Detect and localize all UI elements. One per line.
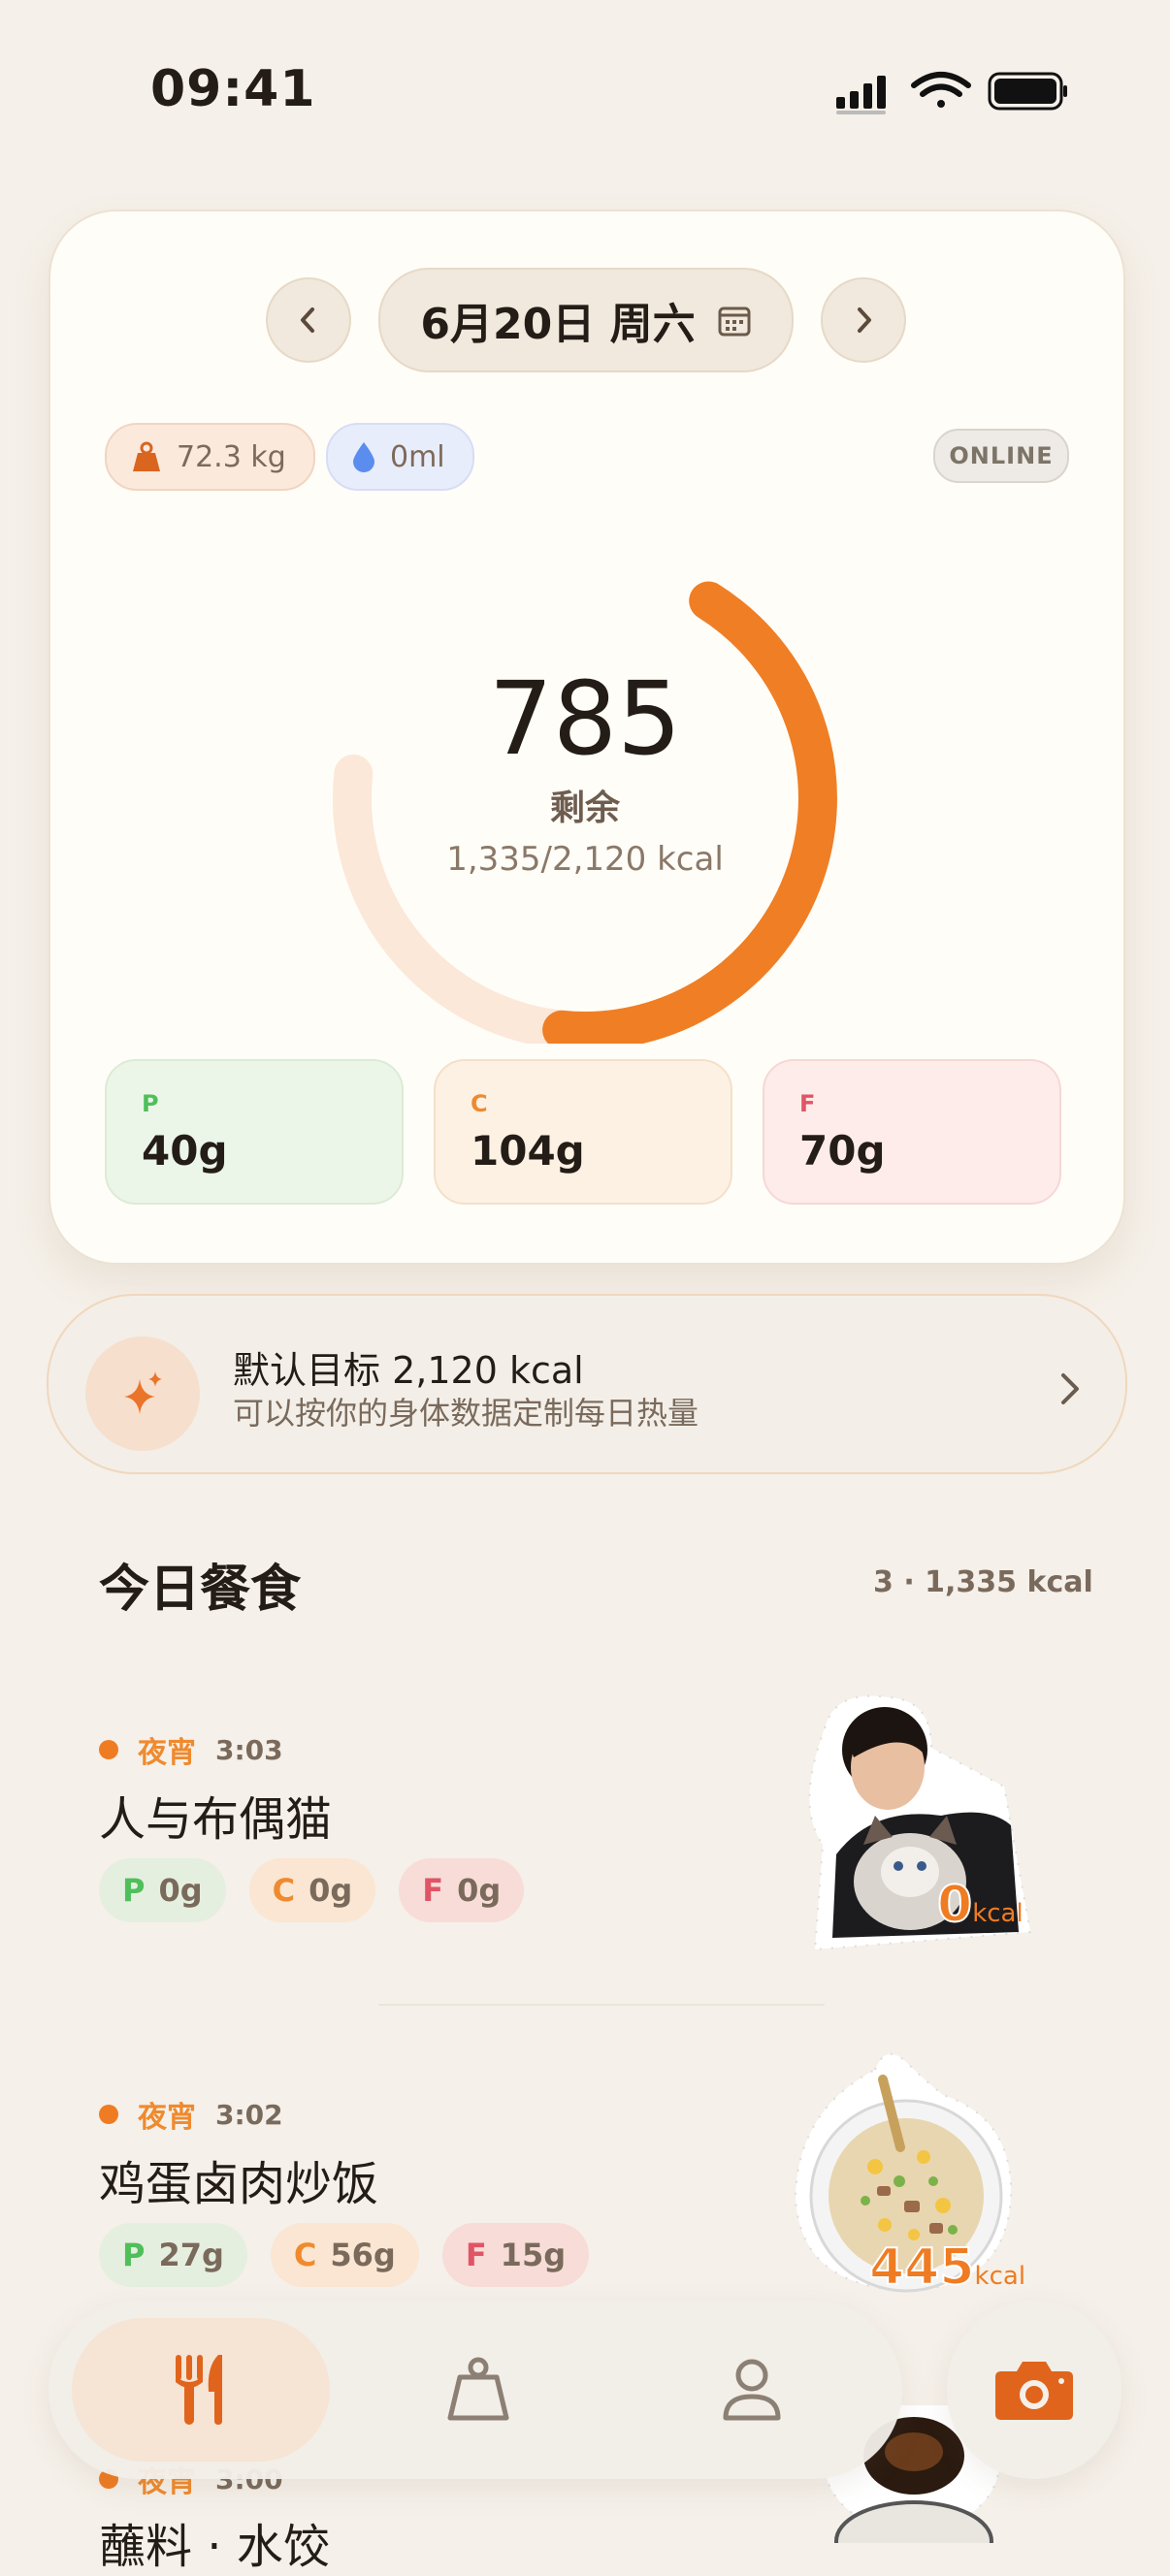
protein-key: P bbox=[142, 1090, 159, 1117]
wifi-icon bbox=[911, 72, 971, 108]
sparkle-icon bbox=[124, 1371, 162, 1414]
scale-icon bbox=[447, 2357, 509, 2421]
goal-subtitle: 可以按你的身体数据定制每日热量 bbox=[233, 1395, 699, 1432]
meal-meta: 夜宵 3:03 bbox=[99, 1728, 283, 1771]
battery-icon bbox=[988, 72, 1067, 111]
nav-meals-tab[interactable] bbox=[72, 2318, 330, 2462]
meal-kcal: 445kcal bbox=[868, 2238, 1026, 2298]
weight-chip[interactable]: 72.3 kg bbox=[105, 423, 315, 491]
status-icons bbox=[836, 72, 1067, 114]
next-day-button[interactable] bbox=[821, 277, 906, 363]
meal-kcal-value: 0 bbox=[936, 1875, 973, 1935]
fat-value: 70g bbox=[799, 1127, 886, 1175]
water-drop-icon bbox=[353, 442, 374, 472]
weight-icon bbox=[133, 441, 160, 471]
protein-tag-key: P bbox=[122, 1872, 146, 1909]
fork-knife-icon bbox=[176, 2355, 222, 2425]
meal-category: 夜宵 bbox=[138, 2101, 196, 2135]
meal-time: 3:03 bbox=[215, 1733, 283, 1766]
carbs-key: C bbox=[471, 1090, 488, 1117]
remaining-calories: 785 bbox=[488, 660, 682, 778]
carbs-tag: C 0g bbox=[248, 1858, 376, 1922]
fat-tag-key: F bbox=[465, 2237, 487, 2273]
fat-tag-key: F bbox=[422, 1872, 444, 1909]
meal-dot bbox=[99, 2105, 118, 2124]
meal-meta: 夜宵 3:02 bbox=[99, 2093, 283, 2136]
goal-icon-circle bbox=[85, 1336, 200, 1451]
meal-kcal-value: 445 bbox=[868, 2238, 976, 2298]
meal-kcal-unit: kcal bbox=[972, 1899, 1024, 1928]
fat-tag: F 0g bbox=[399, 1858, 525, 1922]
water-value: 0ml bbox=[390, 439, 445, 474]
protein-tag-value: 0g bbox=[158, 1872, 203, 1909]
protein-tag-key: P bbox=[122, 2237, 146, 2273]
carbs-tag-value: 56g bbox=[330, 2237, 396, 2273]
person-icon bbox=[723, 2359, 781, 2421]
fat-key: F bbox=[799, 1090, 816, 1117]
divider bbox=[378, 2004, 825, 2006]
goal-title: 默认目标 2,120 kcal bbox=[233, 1349, 584, 1392]
protein-tag: P 27g bbox=[99, 2223, 247, 2287]
weight-value: 72.3 kg bbox=[177, 439, 286, 474]
camera-icon bbox=[995, 2362, 1073, 2420]
calendar-icon bbox=[718, 306, 751, 337]
protein-card[interactable]: P 40g bbox=[105, 1059, 404, 1205]
previous-day-button[interactable] bbox=[266, 277, 351, 363]
nav-profile-tab[interactable] bbox=[662, 2318, 842, 2462]
protein-tag: P 0g bbox=[99, 1858, 226, 1922]
chevron-right-icon bbox=[858, 307, 871, 333]
meal-kcal: 0kcal bbox=[936, 1875, 1024, 1935]
fat-tag: F 15g bbox=[441, 2223, 590, 2287]
fat-card[interactable]: F 70g bbox=[763, 1059, 1061, 1205]
carbs-value: 104g bbox=[471, 1127, 585, 1175]
remaining-label: 剩余 bbox=[549, 789, 620, 828]
chevron-right-icon bbox=[1061, 1373, 1079, 1404]
carbs-card[interactable]: C 104g bbox=[434, 1059, 732, 1205]
protein-tag-value: 27g bbox=[158, 2237, 224, 2273]
meal-category: 夜宵 bbox=[138, 1736, 196, 1770]
meals-section-title: 今日餐食 bbox=[99, 1561, 302, 1619]
protein-value: 40g bbox=[142, 1127, 228, 1175]
meal-dot bbox=[99, 1740, 118, 1759]
online-badge: ONLINE bbox=[933, 429, 1069, 483]
chevron-left-icon bbox=[301, 307, 314, 333]
signal-icon bbox=[836, 76, 886, 114]
meal-name: 蘸料 · 水饺 bbox=[99, 2520, 330, 2574]
goal-banner[interactable] bbox=[47, 1294, 1127, 1474]
water-chip[interactable]: 0ml bbox=[326, 423, 474, 491]
carbs-tag: C 56g bbox=[270, 2223, 419, 2287]
carbs-tag-key: C bbox=[293, 2237, 317, 2273]
meal-name: 鸡蛋卤肉炒饭 bbox=[99, 2157, 379, 2211]
meal-name: 人与布偶猫 bbox=[99, 1792, 333, 1847]
camera-button[interactable] bbox=[947, 2301, 1121, 2479]
calories-consumed-of-goal: 1,335/2,120 kcal bbox=[446, 840, 724, 879]
date-selector[interactable]: 6月20日 周六 bbox=[378, 268, 794, 372]
status-time: 09:41 bbox=[150, 60, 316, 118]
date-label: 6月20日 周六 bbox=[420, 300, 696, 349]
meal-macro-tags: P 27g C 56g F 15g bbox=[99, 2223, 590, 2287]
nav-weight-tab[interactable] bbox=[388, 2318, 569, 2462]
carbs-tag-value: 0g bbox=[309, 1872, 353, 1909]
meals-summary: 3 · 1,335 kcal bbox=[873, 1565, 1093, 1599]
meal-kcal-unit: kcal bbox=[974, 2262, 1026, 2291]
carbs-tag-key: C bbox=[272, 1872, 296, 1909]
fat-tag-value: 0g bbox=[457, 1872, 502, 1909]
fat-tag-value: 15g bbox=[500, 2237, 567, 2273]
meal-macro-tags: P 0g C 0g F 0g bbox=[99, 1858, 525, 1922]
meal-time: 3:02 bbox=[215, 2098, 283, 2131]
